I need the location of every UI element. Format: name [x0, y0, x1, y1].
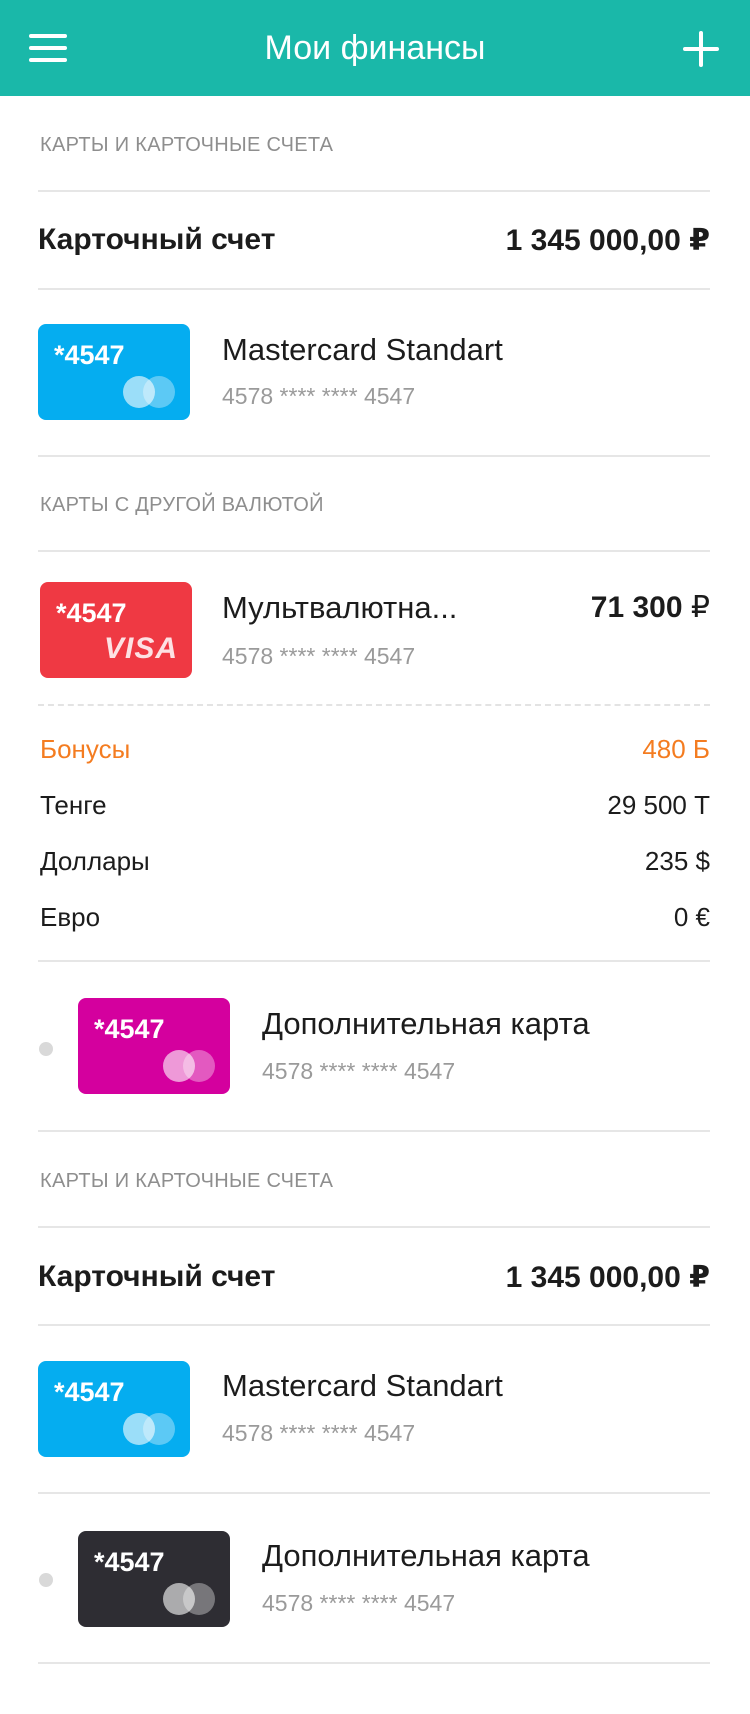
card-masked-number: 4578 **** **** 4547 — [262, 1590, 456, 1616]
divider — [38, 1226, 710, 1228]
mastercard-logo-icon — [123, 376, 175, 408]
account-amount: 1 345 000,00 ₽ — [505, 1261, 710, 1294]
section-title-cards-accounts: КАРТЫ И КАРТОЧНЫЕ СЧЕТА — [40, 134, 334, 156]
card-balance-currency: ₽ — [690, 591, 710, 624]
card-balance-value: 71 300 — [590, 591, 683, 624]
card-thumbnail: *4547 — [78, 1531, 230, 1627]
balance-label-bonuses: Бонусы — [40, 734, 131, 764]
balance-label-euro: Евро — [40, 902, 101, 932]
balance-value-dollars: 235 $ — [644, 846, 710, 876]
divider — [38, 550, 710, 552]
card-short-number: *4547 — [94, 1014, 165, 1044]
divider — [38, 960, 710, 962]
mastercard-logo-icon — [123, 1413, 175, 1445]
card-thumbnail: *4547 — [38, 1361, 190, 1457]
card-masked-number: 4578 **** **** 4547 — [222, 643, 416, 669]
dashed-divider — [38, 704, 710, 706]
page-title: Мои финансы — [264, 29, 486, 67]
balance-value-bonuses: 480 Б — [642, 734, 710, 764]
card-name: Mastercard Standart — [222, 1368, 503, 1403]
divider — [38, 1492, 710, 1494]
balance-value-tenge: 29 500 Т — [607, 790, 710, 820]
account-label: Карточный счет — [38, 223, 276, 256]
card-masked-number: 4578 **** **** 4547 — [222, 1420, 416, 1446]
card-name: Дополнительная карта — [262, 1006, 590, 1041]
card-name: Mastercard Standart — [222, 332, 503, 367]
card-thumbnail: *4547 — [78, 998, 230, 1094]
add-icon[interactable] — [683, 31, 719, 67]
card-thumbnail: *4547 — [38, 324, 190, 420]
account-amount: 1 345 000,00 ₽ — [505, 224, 710, 257]
card-short-number: *4547 — [94, 1547, 165, 1577]
mastercard-logo-icon — [163, 1050, 215, 1082]
sub-card-indicator-dot — [39, 1573, 53, 1587]
divider — [38, 1324, 710, 1326]
divider — [38, 190, 710, 192]
card-name: Мультвалютна... — [222, 590, 458, 625]
section-title-other-currency: КАРТЫ С ДРУГОЙ ВАЛЮТОЙ — [40, 494, 324, 516]
divider — [38, 455, 710, 457]
card-thumbnail: *4547 VISA — [40, 582, 192, 678]
divider — [38, 288, 710, 290]
card-short-number: *4547 — [56, 598, 127, 628]
divider — [38, 1662, 710, 1664]
app-header: Мои финансы — [0, 0, 750, 96]
balance-label-dollars: Доллары — [40, 846, 150, 876]
card-masked-number: 4578 **** **** 4547 — [222, 383, 416, 409]
sub-card-indicator-dot — [39, 1042, 53, 1056]
balance-label-tenge: Тенге — [40, 790, 107, 820]
card-balance: 71 300 ₽ — [591, 590, 710, 625]
divider — [38, 1130, 710, 1132]
account-label: Карточный счет — [38, 1260, 276, 1293]
section-title-cards-accounts: КАРТЫ И КАРТОЧНЫЕ СЧЕТА — [40, 1170, 334, 1192]
balance-value-euro: 0 € — [673, 902, 710, 932]
card-short-number: *4547 — [54, 340, 125, 370]
card-short-number: *4547 — [54, 1377, 125, 1407]
card-masked-number: 4578 **** **** 4547 — [262, 1058, 456, 1084]
mastercard-logo-icon — [163, 1583, 215, 1615]
visa-logo-icon: VISA — [103, 632, 178, 665]
card-name: Дополнительная карта — [262, 1538, 590, 1573]
